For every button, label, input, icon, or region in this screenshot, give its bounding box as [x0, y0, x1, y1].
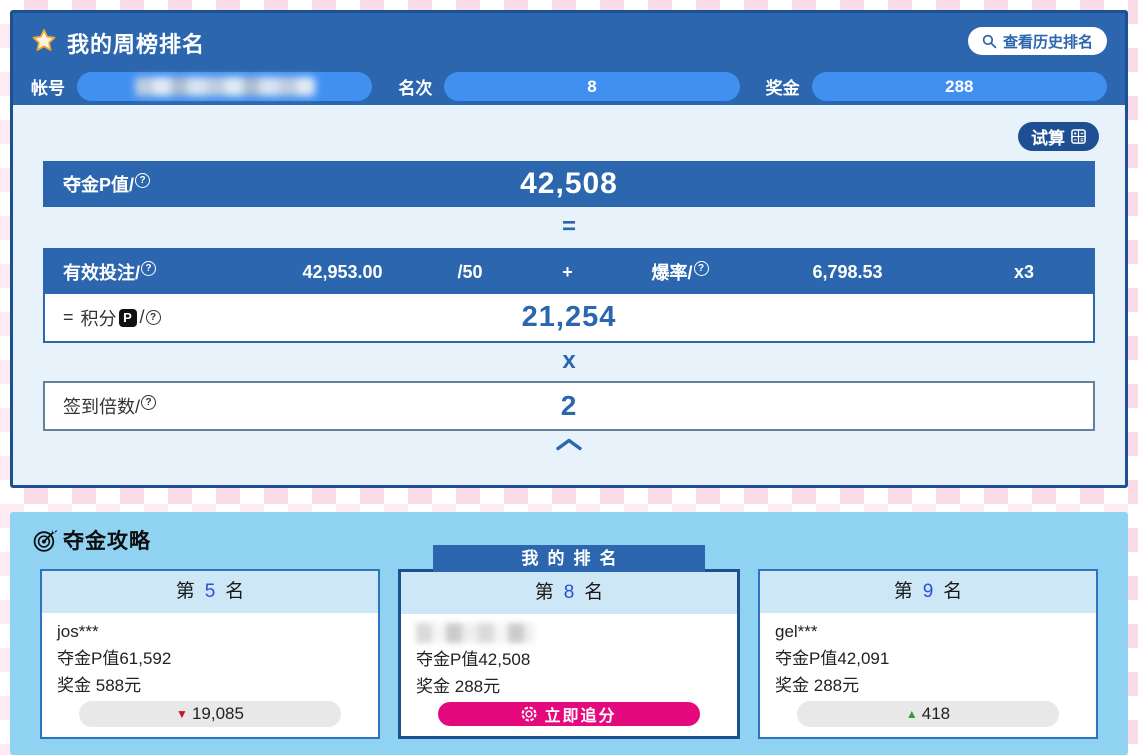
page-title: 我的周榜排名: [67, 27, 205, 59]
equals-operator: =: [13, 212, 1125, 242]
p-value-number: 42,508: [478, 650, 530, 669]
prize-group: 奖金 288: [766, 72, 1107, 101]
strategy-title: 夺金攻略: [63, 525, 151, 555]
chase-points-button[interactable]: 立即追分: [438, 702, 700, 726]
dartboard-icon: [32, 527, 59, 554]
score-gap-pill: ▲ 418: [797, 701, 1059, 727]
formula-row: 有效投注/? 42,953.00 /50 + 爆率/? 6,798.53 x3: [45, 250, 1093, 294]
burst-rate-value: 6,798.53: [740, 262, 955, 283]
player-p-value: 夺金P值42,091: [775, 645, 1081, 672]
p-value-number: 42,091: [837, 649, 889, 668]
rank-card-my: 我的排名 第8名 夺金P值42,508 奖金 288元 立即追分: [398, 569, 740, 739]
search-icon: [982, 34, 997, 49]
rank-suffix: 名: [943, 581, 962, 602]
player-prize: 奖金 288元: [775, 672, 1081, 699]
blurred-player-name: [416, 623, 534, 643]
calculator-icon: [1071, 129, 1086, 144]
p-value-label: 夺金P值: [57, 649, 119, 668]
gold-strategy-panel: 夺金攻略 第5名 jos*** 夺金P值61,592 奖金 588元 ▼19,0…: [10, 512, 1128, 755]
rank-label: 名次: [398, 74, 432, 99]
page: 我的周榜排名 查看历史排名 帐号 名次 8: [0, 0, 1138, 755]
p-value-label: 夺金P值: [416, 650, 478, 669]
player-p-value: 夺金P值61,592: [57, 645, 363, 672]
prize-label: 奖金: [416, 677, 450, 696]
my-rank-tab: 我的排名: [433, 545, 705, 572]
multiply-operator: x: [13, 346, 1125, 376]
chevron-up-icon: [554, 439, 584, 456]
prize-value-pill: 288: [812, 72, 1107, 101]
prize-number: 588元: [96, 676, 141, 695]
score-gap-pill: ▼ 19,085: [79, 701, 341, 727]
account-summary-row: 帐号 名次 8 奖金 288: [31, 69, 1107, 103]
collapse-control[interactable]: [13, 437, 1125, 457]
rank-card-5: 第5名 jos*** 夺金P值61,592 奖金 588元 ▼ 19,085: [40, 569, 380, 739]
rank-group: 名次 8: [398, 72, 739, 101]
score-formula-box: 有效投注/? 42,953.00 /50 + 爆率/? 6,798.53 x3 …: [43, 248, 1095, 343]
ranking-cards-row: 第5名 jos*** 夺金P值61,592 奖金 588元 ▼19,085 我的…: [10, 569, 1128, 739]
rank-number: 8: [564, 582, 575, 603]
card-rank-header: 第8名: [401, 572, 737, 614]
prize-label: 奖金: [57, 676, 91, 695]
card-rank-header: 第5名: [42, 571, 378, 613]
help-icon[interactable]: ?: [141, 261, 156, 276]
valid-bet-value: 42,953.00: [260, 262, 425, 283]
valid-bet-label-text: 有效投注/: [63, 263, 140, 283]
score-gap-value: 418: [922, 704, 950, 723]
checkin-multiplier-value: 2: [45, 390, 1093, 422]
p-value-label: 夺金P值: [775, 649, 837, 668]
rank-prefix: 第: [176, 581, 195, 602]
account-label: 帐号: [31, 74, 65, 99]
divisor-value: /50: [425, 262, 515, 283]
player-name: gel***: [775, 618, 1081, 645]
player-p-value: 夺金P值42,508: [416, 646, 722, 673]
score-value: 21,254: [45, 301, 1093, 334]
ranking-panel-header: 我的周榜排名 查看历史排名 帐号 名次 8: [13, 13, 1125, 105]
rank-card-9: 第9名 gel*** 夺金P值42,091 奖金 288元 ▲ 418: [758, 569, 1098, 739]
card-rank-header: 第9名: [760, 571, 1096, 613]
p-value-number: 61,592: [119, 649, 171, 668]
poker-chip-icon: [521, 706, 537, 722]
blurred-account-name: [135, 77, 315, 96]
rank-prefix: 第: [894, 581, 913, 602]
help-icon[interactable]: ?: [694, 261, 709, 276]
view-history-ranking-button[interactable]: 查看历史排名: [968, 27, 1107, 55]
chase-points-label: 立即追分: [544, 702, 616, 726]
player-prize: 奖金 288元: [416, 673, 722, 700]
triangle-up-icon: ▲: [906, 707, 918, 721]
prize-number: 288元: [455, 677, 500, 696]
prize-number: 288元: [814, 676, 859, 695]
player-prize: 奖金 588元: [57, 672, 363, 699]
valid-bet-label: 有效投注/?: [45, 259, 260, 285]
score-row: = 积分 P / ? 21,254: [45, 294, 1093, 341]
trial-calculate-label: 试算: [1031, 124, 1065, 149]
rank-value-pill: 8: [444, 72, 739, 101]
trial-calculate-button[interactable]: 试算: [1018, 122, 1099, 151]
rank-prefix: 第: [535, 582, 554, 603]
multiplier-value: x3: [955, 262, 1093, 283]
card-body: 夺金P值42,508 奖金 288元: [401, 614, 737, 700]
rank-number: 5: [205, 581, 216, 602]
star-icon: [31, 28, 57, 59]
account-group: 帐号: [31, 72, 372, 101]
prize-label: 奖金: [766, 74, 800, 99]
p-value: 42,508: [43, 167, 1095, 201]
view-history-ranking-label: 查看历史排名: [1003, 31, 1093, 52]
burst-rate-label-text: 爆率/: [651, 263, 692, 283]
weekly-ranking-panel: 我的周榜排名 查看历史排名 帐号 名次 8: [10, 10, 1128, 488]
rank-suffix: 名: [225, 581, 244, 602]
rank-number: 9: [923, 581, 934, 602]
checkin-multiplier-row: 签到倍数/? 2: [43, 381, 1095, 431]
card-body: gel*** 夺金P值42,091 奖金 288元: [760, 613, 1096, 699]
player-name: jos***: [57, 618, 363, 645]
account-value-pill: [77, 72, 372, 101]
burst-rate-label: 爆率/?: [620, 259, 740, 285]
rank-suffix: 名: [584, 582, 603, 603]
prize-label: 奖金: [775, 676, 809, 695]
p-value-row: 夺金P值/? 42,508: [43, 161, 1095, 207]
score-gap-value: 19,085: [192, 704, 244, 723]
plus-operator: +: [515, 262, 620, 283]
triangle-down-icon: ▼: [176, 707, 188, 721]
ranking-panel-body: 试算 夺金P值/? 42,508 = 有效投注/? 42,953.00 /50 …: [13, 105, 1125, 457]
card-body: jos*** 夺金P值61,592 奖金 588元: [42, 613, 378, 699]
